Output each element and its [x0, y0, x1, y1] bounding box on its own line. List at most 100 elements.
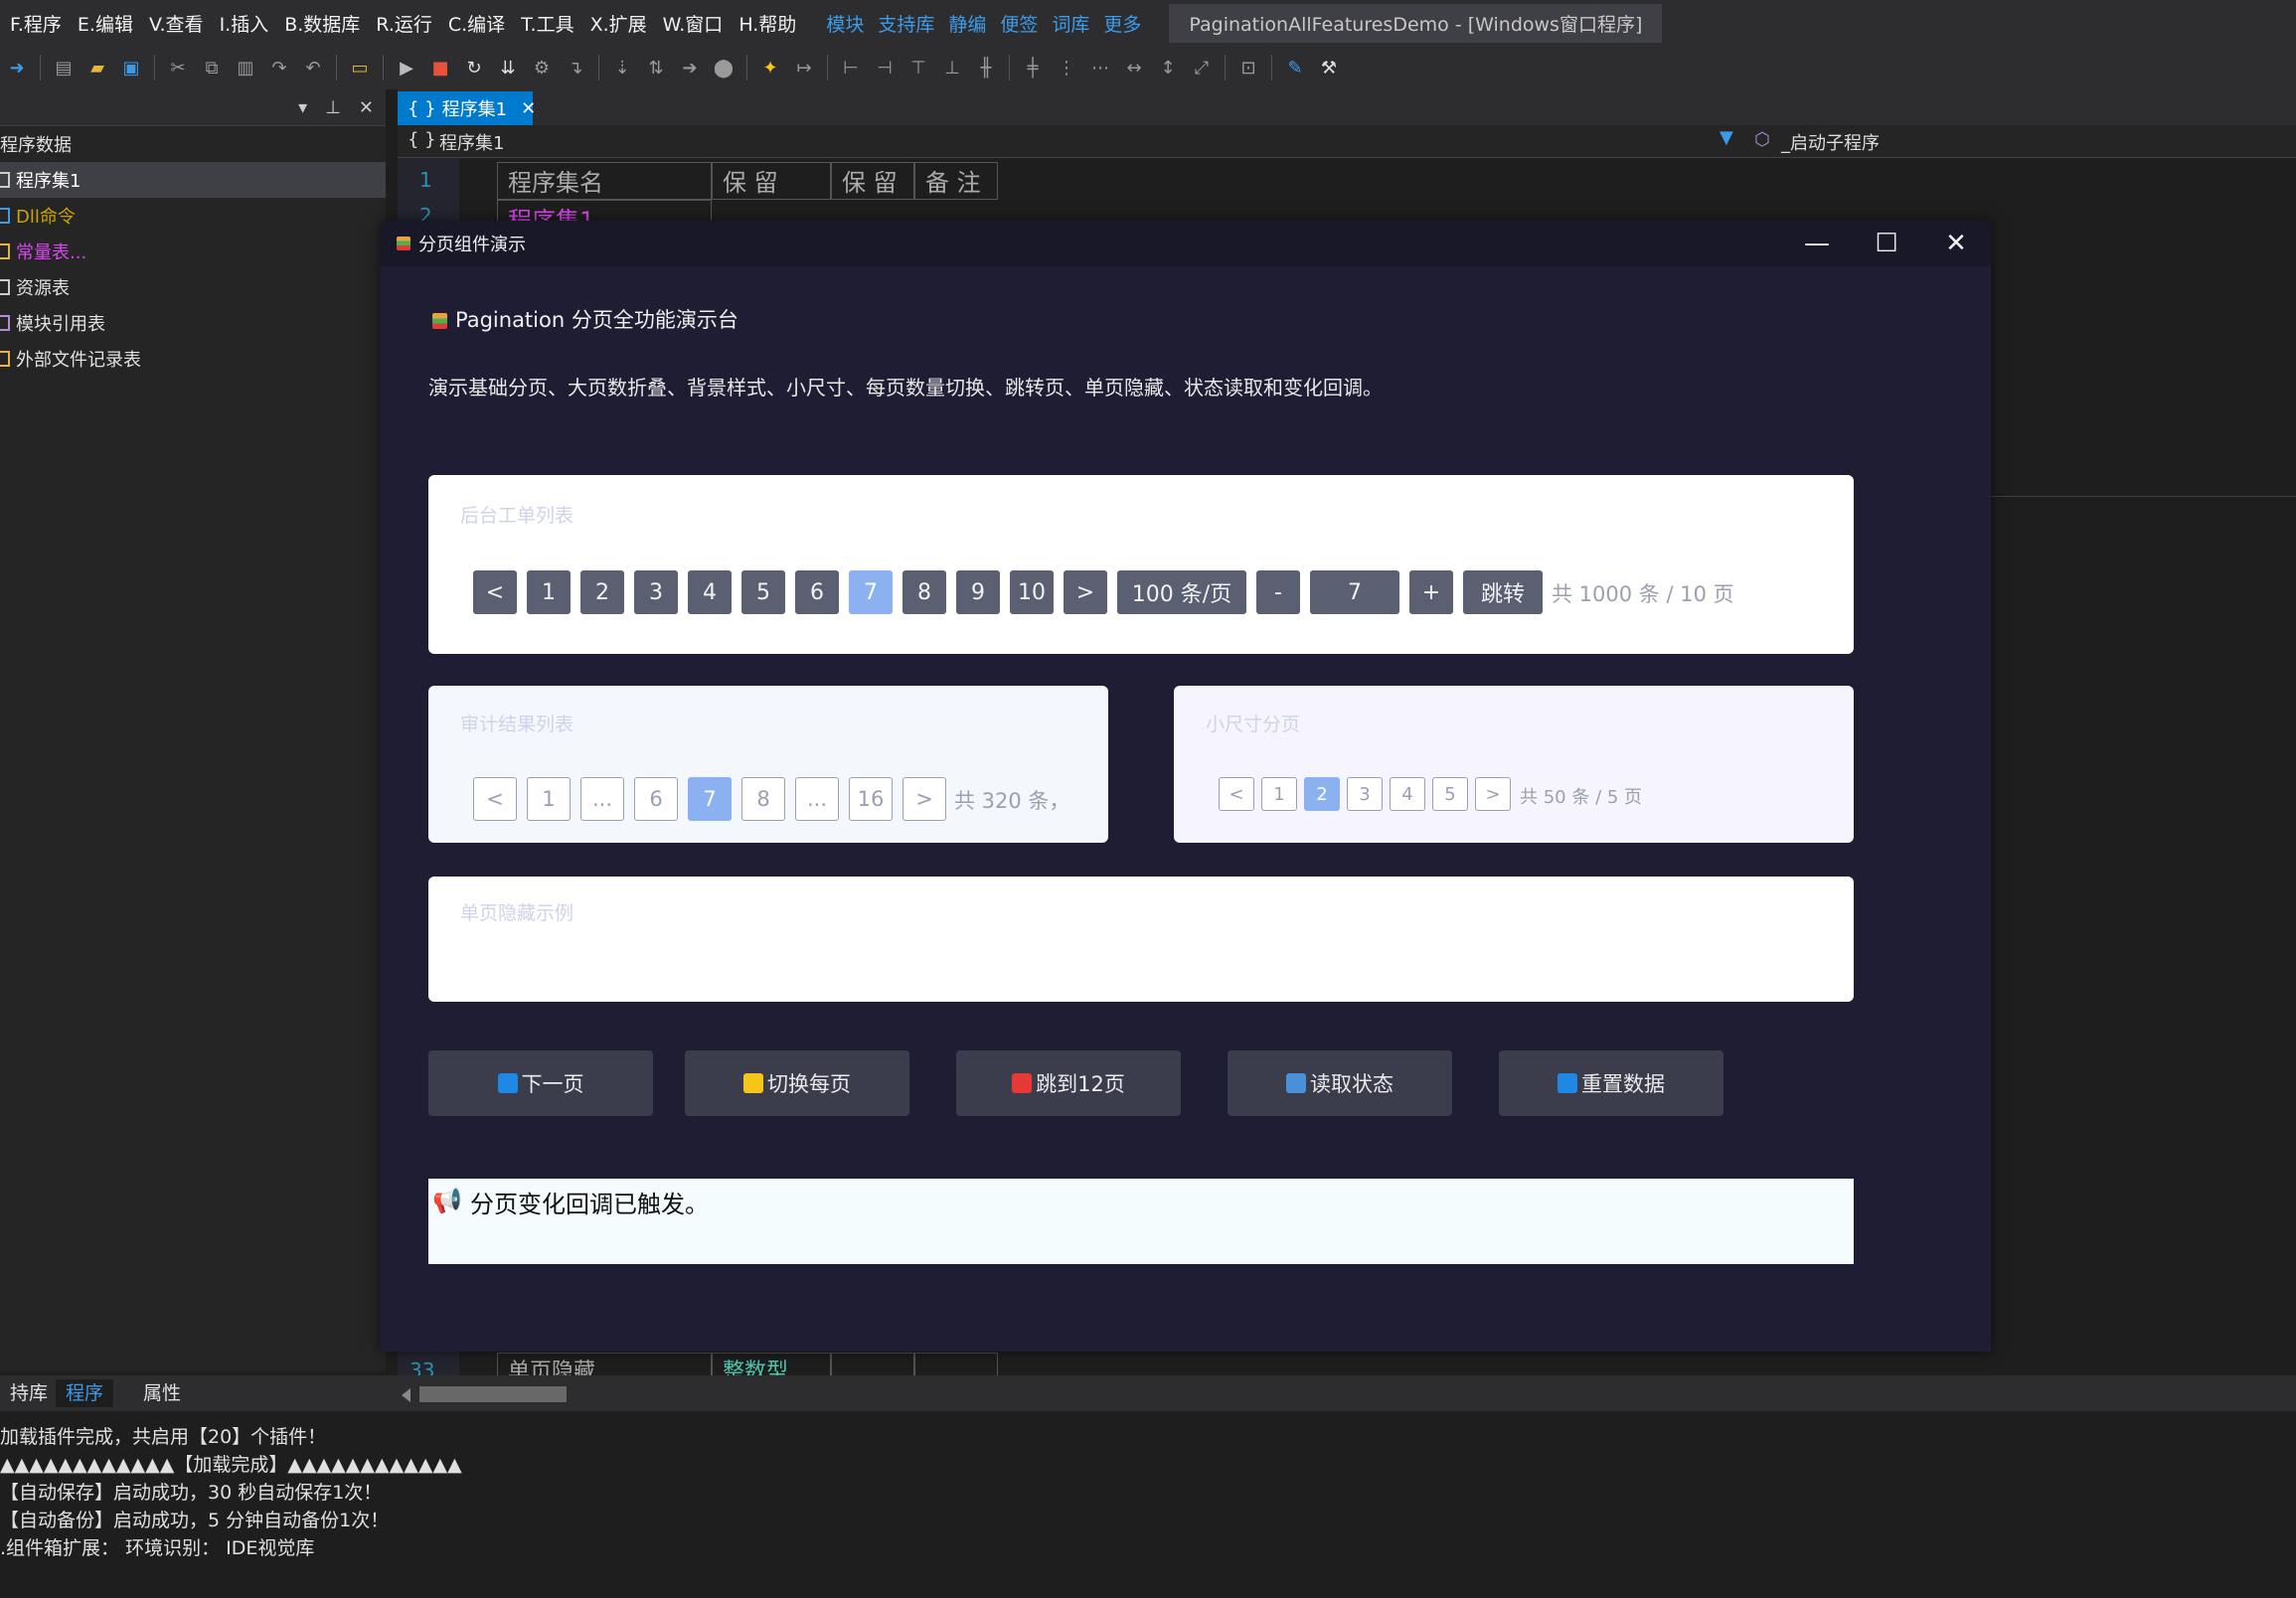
goto-icon[interactable]: ↦	[792, 56, 816, 80]
v-center-icon[interactable]: ╪	[1021, 56, 1045, 80]
align-left-icon[interactable]: ⊢	[839, 56, 863, 80]
menu-item[interactable]: F.程序	[10, 10, 62, 37]
open-icon[interactable]: ▰	[85, 56, 109, 80]
page-button[interactable]: 5	[1432, 777, 1468, 811]
close-window-button[interactable]: ✕	[1923, 221, 1989, 266]
run-icon[interactable]: ▶	[395, 56, 418, 80]
step-icon[interactable]: ↴	[564, 56, 587, 80]
page-button[interactable]: 8	[741, 777, 785, 821]
page-button[interactable]: 1	[527, 777, 571, 821]
page-button[interactable]: 4	[688, 570, 732, 614]
tree-item[interactable]: 资源表	[0, 269, 386, 305]
menu-item[interactable]: H.帮助	[738, 10, 796, 37]
tree-item[interactable]: Dll命令	[0, 198, 386, 234]
new-icon[interactable]: ▤	[52, 56, 76, 80]
tree-item[interactable]: 模块引用表	[0, 305, 386, 341]
h-center-icon[interactable]: ╫	[974, 56, 998, 80]
tab-program-set-1[interactable]: { } 程序集1 ✕	[398, 91, 536, 125]
action-button-4[interactable]: 读取状态	[1228, 1050, 1452, 1116]
decrement-button[interactable]: -	[1256, 570, 1300, 614]
prev-page-button[interactable]: <	[473, 570, 517, 614]
horizontal-scrollbar[interactable]	[398, 1380, 2296, 1408]
menu-link[interactable]: 模块	[826, 10, 864, 37]
next-page-button[interactable]: >	[1064, 570, 1107, 614]
tree-item[interactable]: 程序集1	[0, 162, 386, 198]
menu-item[interactable]: V.查看	[149, 10, 204, 37]
tree-item[interactable]: 常量表...	[0, 234, 386, 269]
ellipsis-button[interactable]: ...	[580, 777, 624, 821]
debug-icon[interactable]: ⚙	[530, 56, 554, 80]
bottom-tab[interactable]: 属性	[133, 1379, 191, 1407]
page-button[interactable]: 2	[1304, 777, 1340, 811]
close-tab-icon[interactable]: ✕	[521, 98, 536, 119]
menu-link[interactable]: 支持库	[878, 10, 934, 37]
menu-link[interactable]: 静编	[948, 10, 986, 37]
bottom-tab[interactable]: 持库	[0, 1379, 58, 1407]
next-page-button[interactable]: >	[902, 777, 946, 821]
action-button-3[interactable]: 跳到12页	[956, 1050, 1181, 1116]
align-right-icon[interactable]: ⊣	[873, 56, 897, 80]
tree-item[interactable]: 程序数据	[0, 126, 386, 162]
restart-icon[interactable]: ↻	[462, 56, 486, 80]
page-button[interactable]: 1	[527, 570, 571, 614]
menu-item[interactable]: W.窗口	[663, 10, 724, 37]
action-button-1[interactable]: 下一页	[428, 1050, 653, 1116]
breakpoint-icon[interactable]: ⬤	[712, 56, 736, 80]
step-over-icon[interactable]: ⇣	[610, 56, 634, 80]
maximize-button[interactable]: ☐	[1854, 221, 1919, 266]
page-button[interactable]: 2	[580, 570, 624, 614]
scroll-left-icon[interactable]	[402, 1388, 410, 1402]
step-into-icon[interactable]: ⇅	[644, 56, 668, 80]
go-icon[interactable]: ➜	[5, 56, 29, 80]
bottom-tab[interactable]: 程序	[56, 1379, 114, 1407]
folder-icon[interactable]: ▭	[348, 56, 372, 80]
page-button[interactable]: 8	[902, 570, 946, 614]
redo-icon[interactable]: ↷	[267, 56, 291, 80]
page-button[interactable]: 5	[741, 570, 785, 614]
menu-link[interactable]: 便签	[1000, 10, 1038, 37]
step-out-icon[interactable]: ➔	[678, 56, 702, 80]
tools-icon[interactable]: ⚒	[1317, 56, 1341, 80]
page-button[interactable]: 6	[634, 777, 678, 821]
menu-link[interactable]: 词库	[1052, 10, 1089, 37]
menu-item[interactable]: I.插入	[220, 10, 269, 37]
nav-dropdown-icon[interactable]: ▼	[1720, 127, 1733, 148]
minimize-button[interactable]: —	[1784, 221, 1850, 266]
compile-icon[interactable]: ⇊	[496, 56, 520, 80]
save-icon[interactable]: ▣	[119, 56, 143, 80]
same-width-icon[interactable]: ↔	[1122, 56, 1146, 80]
menu-item[interactable]: E.编辑	[78, 10, 133, 37]
page-button[interactable]: 4	[1390, 777, 1425, 811]
page-button[interactable]: 16	[849, 777, 893, 821]
tree-item[interactable]: 外部文件记录表	[0, 341, 386, 377]
menu-item[interactable]: X.扩展	[590, 10, 647, 37]
increment-button[interactable]: +	[1409, 570, 1453, 614]
page-size-select[interactable]: 100 条/页	[1117, 570, 1246, 614]
same-size-icon[interactable]: ⤢	[1190, 56, 1214, 80]
page-button[interactable]: 7	[688, 777, 732, 821]
prev-page-button[interactable]: <	[1219, 777, 1254, 811]
undo-icon[interactable]: ↶	[301, 56, 325, 80]
jump-button[interactable]: 跳转	[1463, 570, 1543, 614]
menu-item[interactable]: B.数据库	[284, 10, 360, 37]
menu-link[interactable]: 更多	[1103, 10, 1141, 37]
action-button-2[interactable]: 切换每页	[685, 1050, 909, 1116]
stop-icon[interactable]: ■	[428, 56, 452, 80]
bulb-icon[interactable]: ✦	[758, 56, 782, 80]
nav-left-label[interactable]: 程序集1	[439, 129, 504, 155]
menu-item[interactable]: T.工具	[521, 10, 574, 37]
cut-icon[interactable]: ✂	[166, 56, 190, 80]
prev-page-button[interactable]: <	[473, 777, 517, 821]
page-button[interactable]: 9	[956, 570, 1000, 614]
page-button[interactable]: 10	[1010, 570, 1054, 614]
next-page-button[interactable]: >	[1475, 777, 1511, 811]
menu-item[interactable]: C.编译	[448, 10, 505, 37]
wand-icon[interactable]: ✎	[1283, 56, 1307, 80]
fit-icon[interactable]: ⊡	[1236, 56, 1260, 80]
close-panel-icon[interactable]: ✕	[359, 97, 374, 118]
page-button[interactable]: 7	[849, 570, 893, 614]
jump-page-input[interactable]: 7	[1310, 570, 1399, 614]
page-button[interactable]: 3	[1347, 777, 1383, 811]
pin-icon[interactable]: ⊥	[325, 97, 341, 118]
h-space-icon[interactable]: ⋮	[1055, 56, 1078, 80]
